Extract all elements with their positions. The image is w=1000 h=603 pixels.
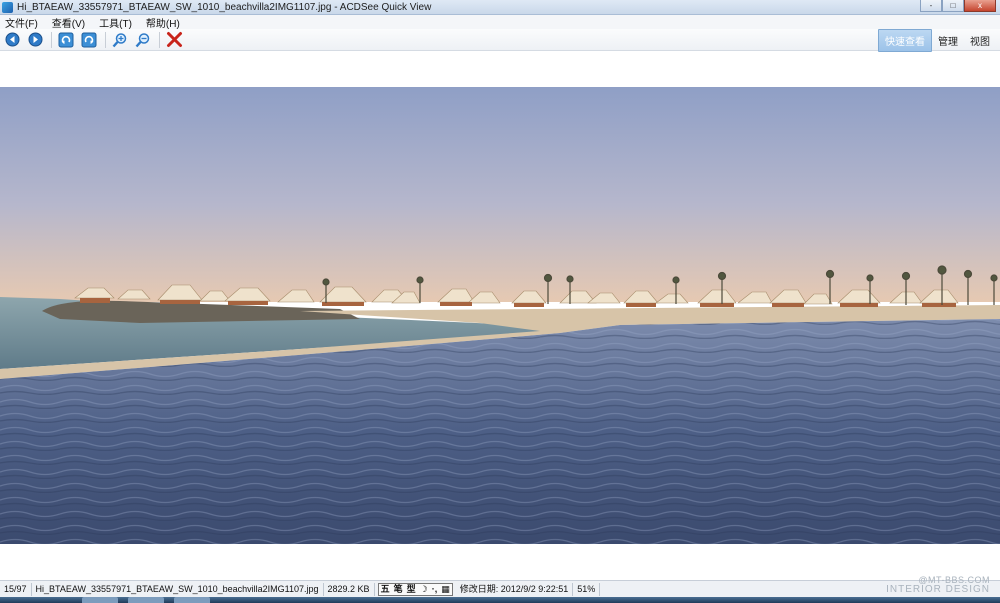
beach-villa-photo bbox=[0, 87, 1000, 544]
tab-manage[interactable]: 管理 bbox=[932, 30, 964, 51]
zoom-in-icon bbox=[112, 32, 127, 47]
taskbar-item[interactable] bbox=[82, 597, 118, 603]
title-bar[interactable]: Hi_BTAEAW_33557971_BTAEAW_SW_1010_beachv… bbox=[0, 0, 1000, 15]
acdsee-window: Hi_BTAEAW_33557971_BTAEAW_SW_1010_beachv… bbox=[0, 0, 1000, 603]
window-title: Hi_BTAEAW_33557971_BTAEAW_SW_1010_beachv… bbox=[17, 1, 432, 13]
zoom-out-button[interactable] bbox=[134, 31, 152, 49]
rotate-left-button[interactable] bbox=[57, 31, 75, 49]
toolbar-separator bbox=[51, 31, 52, 48]
close-button[interactable]: x bbox=[964, 0, 996, 12]
menu-help[interactable]: 帮助(H) bbox=[146, 15, 180, 30]
status-filename: Hi_BTAEAW_33557971_BTAEAW_SW_1010_beachv… bbox=[32, 582, 324, 596]
back-button[interactable] bbox=[3, 31, 21, 49]
window-controls: - □ x bbox=[920, 0, 996, 13]
taskbar-item[interactable] bbox=[174, 597, 210, 603]
status-bar: 15/97 Hi_BTAEAW_33557971_BTAEAW_SW_1010_… bbox=[0, 580, 1000, 597]
toolbar-separator bbox=[105, 31, 106, 48]
file-size: 2829.2 KB bbox=[324, 582, 375, 596]
image-viewer[interactable] bbox=[0, 52, 1000, 580]
ime-char: 五 bbox=[380, 583, 390, 594]
watermark: @MT-BBS.COM INTERIOR DESIGN bbox=[886, 575, 990, 595]
ime-moon-icon: ☽ bbox=[419, 583, 428, 594]
delete-button[interactable] bbox=[165, 31, 183, 49]
ime-char: 型 bbox=[406, 583, 416, 594]
rotate-left-icon bbox=[58, 32, 74, 47]
zoom-out-icon bbox=[135, 32, 150, 47]
menu-tools[interactable]: 工具(T) bbox=[99, 15, 132, 30]
photo-canvas bbox=[0, 87, 1000, 544]
ime-toolbar[interactable]: 五 笔 型 ☽ ·, ▦ bbox=[377, 582, 453, 596]
menu-bar: 文件(F) 查看(V) 工具(T) 帮助(H) bbox=[0, 15, 1000, 30]
app-icon bbox=[2, 1, 13, 13]
ime-keyboard-icon: ▦ bbox=[441, 583, 450, 594]
taskbar bbox=[0, 597, 1000, 603]
modified-date: 修改日期: 2012/9/2 9:22:51 bbox=[456, 582, 574, 596]
ime-punct-icon: ·, bbox=[431, 583, 438, 594]
toolbar: 快速查看 管理 视图 bbox=[0, 28, 1000, 52]
maximize-button[interactable]: □ bbox=[942, 0, 964, 12]
ime-char: 笔 bbox=[393, 583, 403, 594]
tab-view[interactable]: 视图 bbox=[964, 30, 996, 51]
mode-tabs: 快速查看 管理 视图 bbox=[878, 28, 996, 52]
zoom-in-button[interactable] bbox=[111, 31, 129, 49]
rotate-right-button[interactable] bbox=[80, 31, 98, 49]
forward-button[interactable] bbox=[26, 31, 44, 49]
tab-quick-view[interactable]: 快速查看 bbox=[878, 28, 932, 52]
forward-icon bbox=[28, 32, 42, 47]
zoom-level: 51% bbox=[573, 582, 601, 596]
rotate-right-icon bbox=[81, 32, 97, 47]
back-icon bbox=[5, 32, 19, 47]
watermark-brand: INTERIOR DESIGN bbox=[886, 584, 990, 595]
menu-file[interactable]: 文件(F) bbox=[5, 15, 38, 30]
toolbar-separator bbox=[159, 31, 160, 48]
taskbar-item[interactable] bbox=[128, 597, 164, 603]
image-position: 15/97 bbox=[0, 582, 32, 596]
menu-view[interactable]: 查看(V) bbox=[52, 15, 85, 30]
delete-icon bbox=[166, 32, 182, 47]
minimize-button[interactable]: - bbox=[920, 0, 942, 12]
